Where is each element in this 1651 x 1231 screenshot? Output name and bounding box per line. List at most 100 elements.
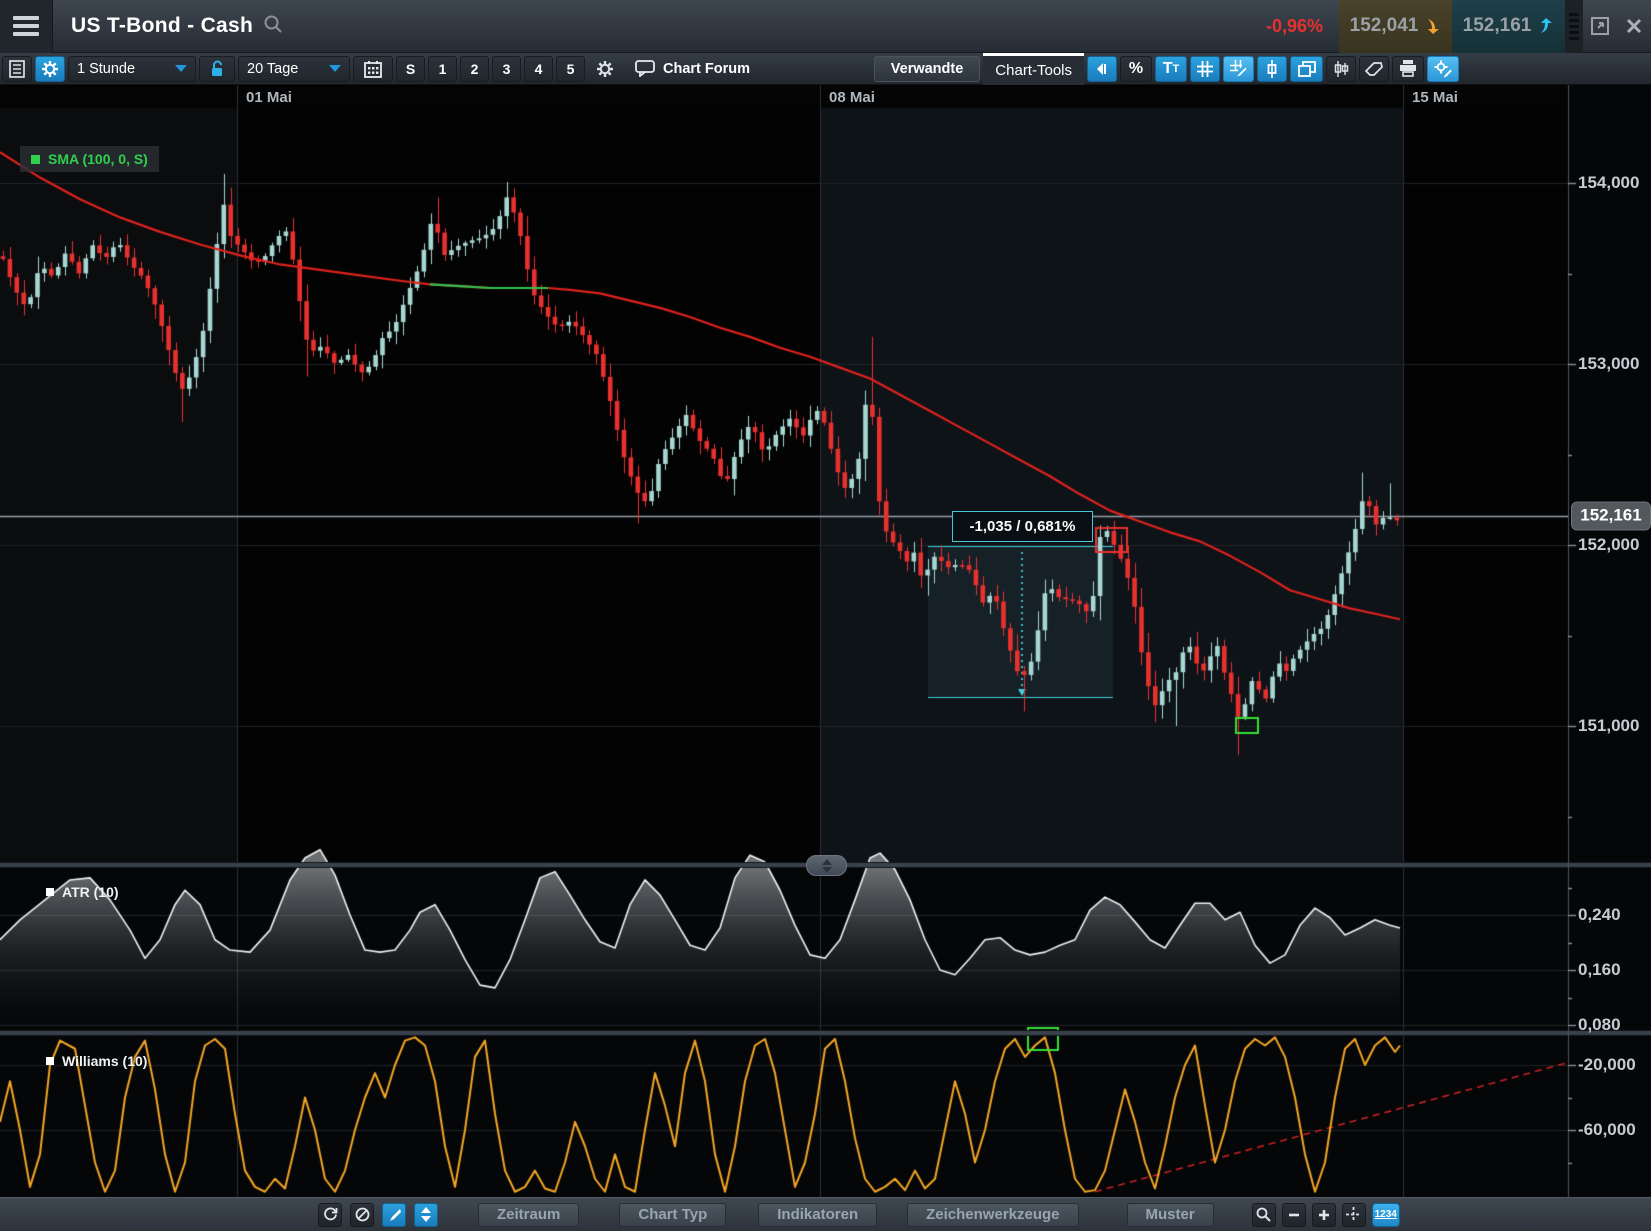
forum-settings-button[interactable] [588,56,622,82]
gear-icon [596,60,614,78]
compare-candles-icon [1333,60,1349,78]
timeframe-button-1[interactable]: 1 [428,56,457,82]
values-display-button[interactable]: 1234 [1372,1203,1400,1227]
atr-legend-swatch [46,888,54,896]
zoom-in-button[interactable] [1312,1203,1336,1227]
chart-forum-label: Chart Forum [663,61,750,77]
zoom-tool-button[interactable] [1252,1203,1276,1227]
sell-arrow-down-icon [1425,17,1441,35]
atr-legend[interactable]: ATR (10) [46,884,119,900]
bottom-button-zeichenwerkzeuge[interactable]: Zeichenwerkzeuge [907,1203,1078,1227]
bottom-toolbar: Zeitraum Chart Typ Indikatoren Zeichenwerkz… [0,1197,1651,1231]
percent-scale-button[interactable]: % [1120,56,1152,82]
timeframe-button-2[interactable]: 2 [460,56,489,82]
candlestick-icon [1265,60,1279,78]
chart-forum-button[interactable]: Chart Forum [625,56,760,82]
close-window-button[interactable] [1617,0,1651,53]
sell-price-button[interactable]: 152,041 [1339,0,1452,53]
grid-pencil-icon [1230,60,1247,77]
window-grip[interactable] [1565,0,1583,53]
sma-legend-label: SMA (100, 0, S) [48,151,148,167]
chevron-down-icon [329,65,341,72]
bottom-button-zeitraum[interactable]: Zeitraum [478,1203,579,1227]
range-dropdown[interactable]: 20 Tage [238,56,350,82]
arrow-left-icon [1094,62,1110,76]
compare-button[interactable] [1326,56,1356,82]
chart-settings-button[interactable] [35,56,65,82]
timeframe-button-5[interactable]: 5 [556,56,585,82]
gear-pencil-icon [1434,60,1452,78]
hamburger-menu-button[interactable] [0,0,53,53]
close-icon [1625,17,1643,35]
text-tool-button[interactable]: TT [1155,56,1187,82]
print-button[interactable] [1392,56,1424,82]
magnifier-icon [1256,1207,1271,1222]
williams-legend-label: Williams (10) [62,1053,147,1069]
buy-price-button[interactable]: 152,161 [1452,0,1565,53]
range-value: 20 Tage [247,61,298,77]
bottom-button-chart-typ[interactable]: Chart Typ [619,1203,726,1227]
buy-arrow-up-icon [1538,17,1554,35]
eraser-icon [1365,62,1383,76]
lock-icon [209,60,225,78]
bottom-button-group: Zeitraum Chart Typ Indikatoren Zeichenwerkz… [438,1203,1214,1227]
timeframe-button-s[interactable]: S [396,56,425,82]
draw-grid-tool-button[interactable] [1223,56,1254,82]
related-button[interactable]: Verwandte [874,56,981,82]
plus-icon [1318,1209,1330,1221]
up-down-arrows-icon [420,1207,432,1222]
disable-drawing-button[interactable] [350,1203,374,1227]
bottom-button-muster[interactable]: Muster [1127,1203,1214,1227]
splitter-up-icon [822,859,832,865]
layers-icon [1298,61,1316,77]
crosshair-button[interactable] [1342,1203,1366,1227]
windows-layout-button[interactable] [1290,56,1323,82]
scale-adjust-button[interactable] [414,1203,438,1227]
splitter-down-icon [822,867,832,873]
watchlist-button[interactable] [2,56,32,82]
grid-toggle-button[interactable] [1190,56,1220,82]
hamburger-icon [13,16,39,20]
list-icon [9,60,25,78]
sell-price-value: 152,041 [1350,15,1419,37]
sma-legend[interactable]: SMA (100, 0, S) [20,146,159,172]
pane-splitter-handle[interactable] [806,855,847,876]
crosshair-icon [1346,1207,1361,1222]
chart-plot-area[interactable] [0,0,1651,1231]
chart-tools-tab[interactable]: Chart-Tools [983,53,1084,85]
refresh-icon [323,1207,338,1222]
minus-icon [1288,1209,1300,1221]
refresh-button[interactable] [318,1203,342,1227]
timeframe-button-group: S12345 [396,56,585,82]
timeframe-button-3[interactable]: 3 [492,56,521,82]
draw-tool-button[interactable] [382,1203,406,1227]
eraser-button[interactable] [1359,56,1389,82]
zoom-out-button[interactable] [1282,1203,1306,1227]
search-icon[interactable] [263,14,283,39]
tools-settings-button[interactable] [1427,56,1459,82]
restore-window-button[interactable] [1583,0,1617,53]
chat-bubble-icon [635,60,655,77]
buy-price-value: 152,161 [1463,15,1532,37]
williams-legend-swatch [46,1057,54,1065]
interval-dropdown[interactable]: 1 Stunde [68,56,196,82]
printer-icon [1399,60,1417,77]
grid-icon [1197,61,1213,77]
lock-scale-button[interactable] [199,56,235,82]
williams-legend[interactable]: Williams (10) [46,1053,147,1069]
calendar-icon [364,60,382,78]
bottom-button-indikatoren[interactable]: Indikatoren [758,1203,877,1227]
sma-legend-swatch [31,155,40,164]
no-entry-icon [355,1207,370,1222]
title-bar: US T-Bond - Cash -0,96% 152,041 152,161 [0,0,1651,53]
calendar-button[interactable] [353,56,393,82]
change-percent: -0,96% [1266,16,1323,37]
pencil-icon [387,1208,401,1222]
chart-type-candle-button[interactable] [1257,56,1287,82]
chart-toolbar: 1 Stunde 20 Tage S12345 Chart Forum Verw… [0,53,1651,85]
collapse-tools-button[interactable] [1087,56,1117,82]
chevron-down-icon [175,65,187,72]
gear-icon [41,60,59,78]
interval-value: 1 Stunde [77,61,135,77]
timeframe-button-4[interactable]: 4 [524,56,553,82]
